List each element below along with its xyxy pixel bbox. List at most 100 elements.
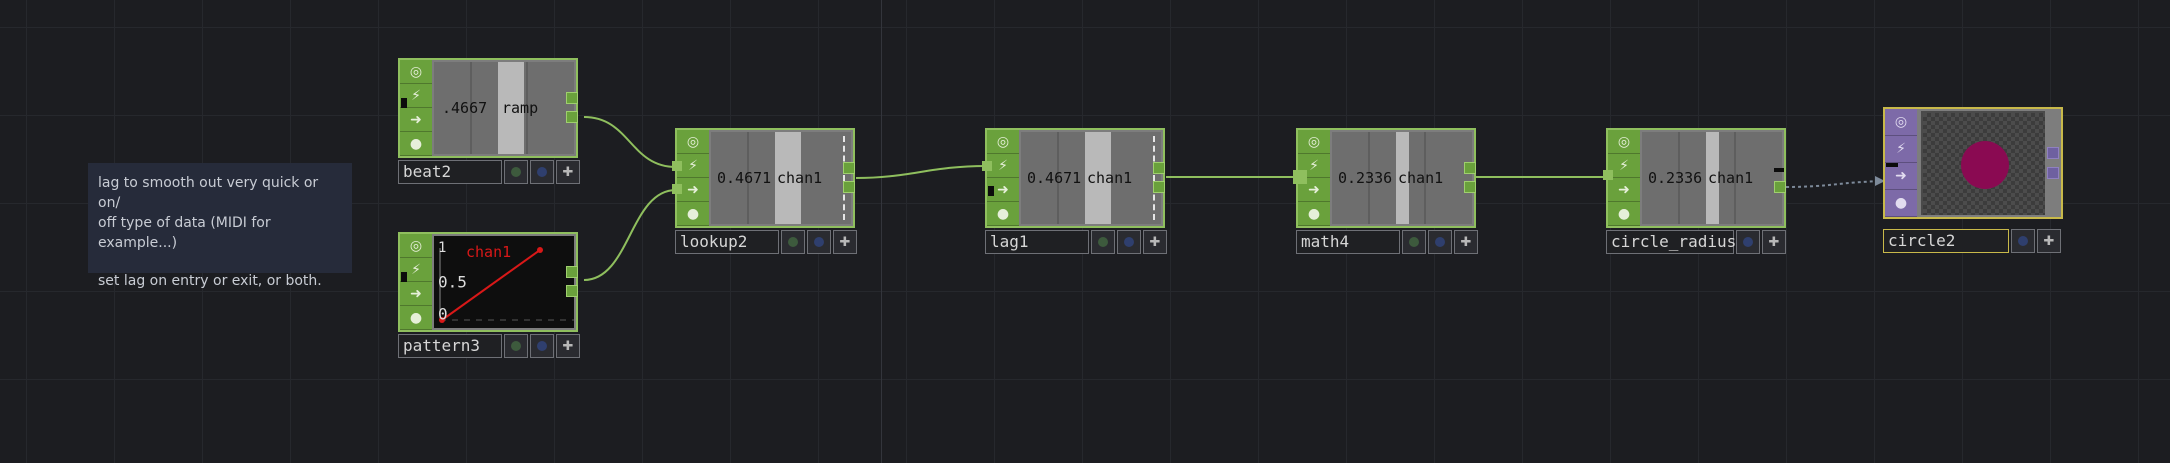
wire-lookup2-lag1 [855, 165, 987, 179]
input-port[interactable] [672, 161, 682, 171]
output-port[interactable] [1464, 181, 1476, 193]
node-name[interactable]: circle_radius [1606, 230, 1736, 254]
viewer-toggle[interactable] [504, 334, 528, 358]
input-port[interactable] [982, 161, 992, 171]
plus-icon[interactable]: ✚ [556, 160, 580, 184]
node-name[interactable]: lookup2 [675, 230, 779, 254]
cook-toggle[interactable] [1117, 230, 1141, 254]
wire-circle-radius-circle2 [1785, 180, 1886, 188]
output-port[interactable] [566, 92, 578, 104]
viewer-icon[interactable]: ◎ [677, 130, 709, 154]
node-name[interactable]: lag1 [985, 230, 1089, 254]
cook-toggle[interactable] [2011, 229, 2035, 253]
lock-icon[interactable]: ● [1298, 202, 1330, 226]
lock-icon[interactable]: ● [400, 306, 432, 330]
lock-icon[interactable]: ● [677, 202, 709, 226]
output-port[interactable] [1153, 181, 1165, 193]
node-name[interactable]: circle2 [1883, 229, 2009, 253]
node-flags: ◎ ⚡ ➜ ● [400, 60, 432, 156]
viewer-icon[interactable]: ◎ [1885, 109, 1917, 136]
display-icon[interactable]: ➜ [1608, 178, 1640, 202]
output-port[interactable] [843, 162, 855, 174]
channel-value: 0.2336 [1338, 169, 1393, 187]
viewer-icon[interactable]: ◎ [400, 60, 432, 84]
output-port[interactable] [566, 285, 578, 297]
export-marker [1774, 168, 1784, 172]
tick-bottom: 0 [438, 304, 448, 324]
node-frame[interactable]: ◎ ⚡ ➜ ● .4667 ramp [398, 58, 578, 158]
channel-value: 0.4671 [717, 169, 772, 187]
viewer-toggle[interactable] [1402, 230, 1426, 254]
channel-value: 0.4671 [1027, 169, 1082, 187]
node-name[interactable]: pattern3 [398, 334, 502, 358]
node-frame[interactable]: ◎ ⚡ ➜ ● 0.4671 chan1 [675, 128, 855, 228]
cook-toggle[interactable] [530, 160, 554, 184]
node-frame[interactable]: ◎ ⚡ ➜ ● 0.2336 chan1 [1606, 128, 1786, 228]
node-frame[interactable]: ◎ ⚡ ➜ ● 1 0.5 0 chan1 [398, 232, 578, 332]
plus-icon[interactable]: ✚ [2037, 229, 2061, 253]
plus-icon[interactable]: ✚ [1762, 230, 1786, 254]
lock-icon[interactable]: ● [987, 202, 1019, 226]
input-port[interactable] [1293, 170, 1307, 184]
node-flags: ◎ ⚡ ➜ ● [400, 234, 432, 330]
viewer-toggle[interactable] [1091, 230, 1115, 254]
viewer-icon[interactable]: ◎ [400, 234, 432, 258]
tick-top: 1 [438, 240, 447, 256]
display-icon[interactable]: ➜ [400, 108, 432, 132]
tick-mid: 0.5 [438, 272, 467, 292]
output-port[interactable] [566, 111, 578, 123]
lock-icon[interactable]: ● [1885, 190, 1917, 217]
circle-preview [1923, 113, 2045, 215]
viewer-icon[interactable]: ◎ [1298, 130, 1330, 154]
node-namebar: math4 ✚ [1296, 230, 1478, 254]
node-namebar: beat2 ✚ [398, 160, 580, 184]
viewer-icon[interactable]: ◎ [1608, 130, 1640, 154]
viewer-toggle[interactable] [781, 230, 805, 254]
input-port[interactable] [672, 184, 682, 194]
channel-name: chan1 [777, 169, 823, 187]
output-port[interactable] [843, 181, 855, 193]
channel-name: chan1 [1398, 169, 1444, 187]
input-marker [401, 98, 407, 108]
cook-toggle[interactable] [1736, 230, 1760, 254]
viewer-toggle[interactable] [504, 160, 528, 184]
viewer-icon[interactable]: ◎ [987, 130, 1019, 154]
node-name[interactable]: math4 [1296, 230, 1400, 254]
node-namebar: circle_radius ✚ [1606, 230, 1786, 254]
plus-icon[interactable]: ✚ [556, 334, 580, 358]
output-port[interactable] [2047, 147, 2059, 159]
node-frame[interactable]: ◎ ⚡ ➜ ● [1883, 107, 2063, 219]
node-frame[interactable]: ◎ ⚡ ➜ ● 0.4671 chan1 [985, 128, 1165, 228]
input-marker [401, 272, 407, 282]
cook-toggle[interactable] [807, 230, 831, 254]
node-frame[interactable]: ◎ ⚡ ➜ ● 0.2336 chan1 [1296, 128, 1476, 228]
node-viewer: 0.2336 chan1 [1642, 132, 1782, 224]
node-namebar: circle2 ✚ [1883, 229, 2061, 253]
node-name[interactable]: beat2 [398, 160, 502, 184]
pattern-point [537, 247, 543, 253]
display-icon[interactable]: ➜ [400, 282, 432, 306]
node-flags: ◎ ⚡ ➜ ● [987, 130, 1019, 226]
lookup-marker [843, 136, 845, 220]
channel-value: 0.2336 [1648, 169, 1703, 187]
display-icon[interactable]: ➜ [1885, 163, 1917, 190]
cook-toggle[interactable] [1428, 230, 1452, 254]
cook-toggle[interactable] [530, 334, 554, 358]
node-viewer: 0.4671 chan1 [1021, 132, 1161, 224]
plus-icon[interactable]: ✚ [1143, 230, 1167, 254]
channel-name: chan1 [466, 243, 512, 261]
node-viewer: 0.4671 chan1 [711, 132, 851, 224]
input-port[interactable] [1603, 170, 1613, 180]
lock-icon[interactable]: ● [400, 132, 432, 156]
output-port[interactable] [566, 266, 578, 278]
output-port[interactable] [2047, 167, 2059, 179]
input-marker [1886, 163, 1898, 167]
plus-icon[interactable]: ✚ [833, 230, 857, 254]
output-port[interactable] [1464, 162, 1476, 174]
output-port[interactable] [1774, 181, 1786, 193]
lock-icon[interactable]: ● [1608, 202, 1640, 226]
node-namebar: lag1 ✚ [985, 230, 1167, 254]
plus-icon[interactable]: ✚ [1454, 230, 1478, 254]
output-port[interactable] [1153, 162, 1165, 174]
bypass-icon[interactable]: ⚡ [1885, 136, 1917, 163]
